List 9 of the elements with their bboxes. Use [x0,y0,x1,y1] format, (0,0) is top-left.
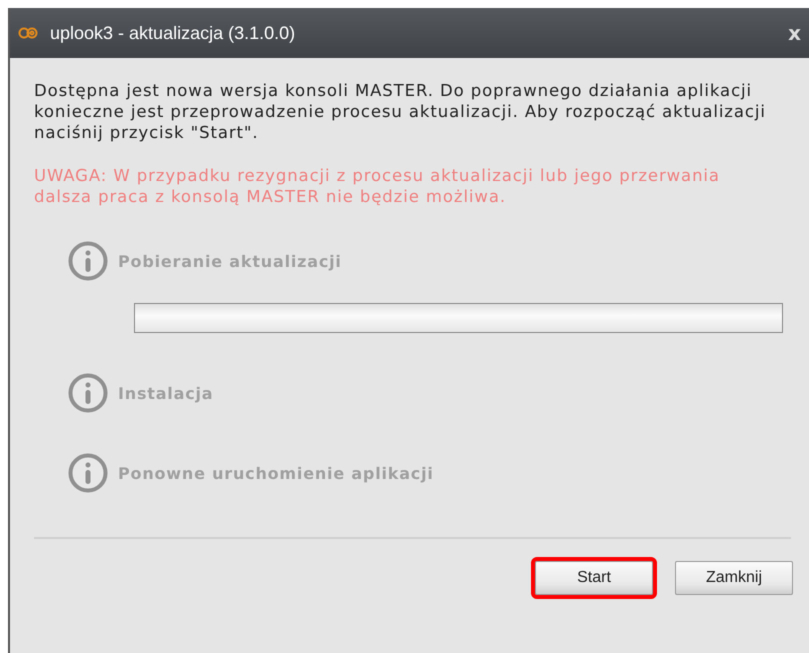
logo-icon [18,26,38,40]
message-text: Dostępna jest nowa wersja konsoli MASTER. Do poprawnego działania aplikacji konieczne jest przeprowadzenie procesu aktualizacji. Aby rozpocząć aktualizacji naciśnij przycisk "Start". [34,80,767,143]
step-label: Instalacja [118,384,214,402]
close-button[interactable]: x [788,21,801,45]
dialog-button[interactable]: Zamknij [675,561,793,595]
step-label: Pobieranie aktualizacji [118,252,342,270]
step-label: Ponowne uruchomienie aplikacji [118,464,434,482]
warning-text: UWAGA: W przypadku rezygnacji z procesu aktualizacji lub jego przerwania dalsza praca z konsolą MASTER nie będzie możliwa. [34,165,721,207]
window-title: uplook3 - aktualizacja (3.1.0.0) [50,22,296,44]
